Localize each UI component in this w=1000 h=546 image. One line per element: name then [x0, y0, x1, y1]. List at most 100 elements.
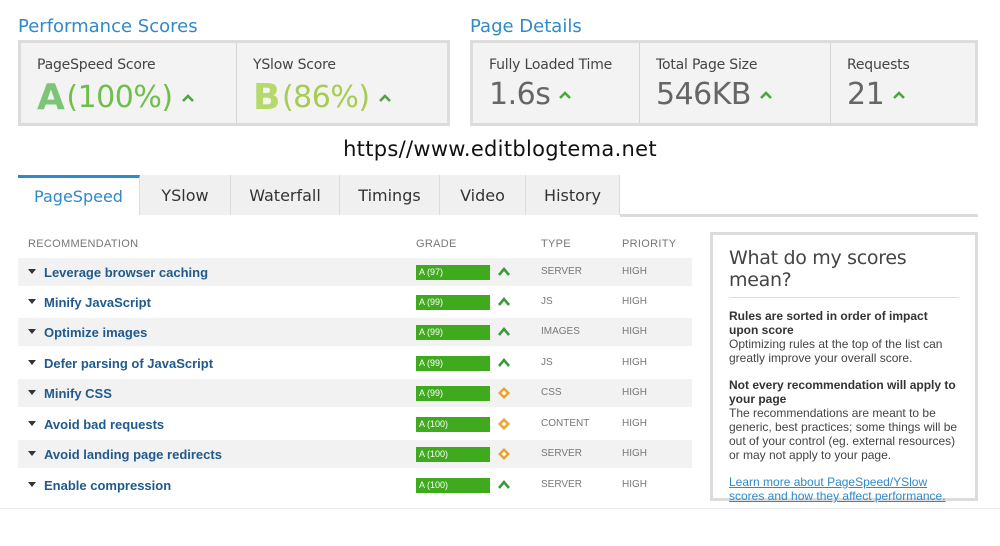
priority-value: HIGH: [622, 326, 647, 337]
type-value: CONTENT: [541, 418, 590, 429]
recommendation-name[interactable]: Optimize images: [44, 325, 147, 340]
grade-bar: A (100): [416, 417, 490, 432]
type-value: JS: [541, 357, 553, 368]
info-title: What do my scores mean?: [729, 247, 959, 298]
grade-bar: A (99): [416, 356, 490, 371]
table-row[interactable]: Leverage browser caching A (97) SERVER H…: [18, 258, 692, 286]
page-details-title: Page Details: [470, 16, 582, 37]
recommendation-name[interactable]: Leverage browser caching: [44, 265, 208, 280]
type-value: IMAGES: [541, 326, 580, 337]
trend-up-icon: [498, 266, 510, 276]
recommendation-name[interactable]: Enable compression: [44, 478, 171, 493]
learn-more-link[interactable]: Learn more about PageSpeed/YSlow scores …: [729, 475, 959, 503]
page-size-value: 546KB: [656, 77, 752, 112]
expand-caret-icon[interactable]: [28, 299, 36, 304]
table-row[interactable]: Minify JavaScript A (99) JS HIGH: [18, 288, 692, 316]
priority-value: HIGH: [622, 448, 647, 459]
table-row[interactable]: Defer parsing of JavaScript A (99) JS HI…: [18, 349, 692, 377]
page-size-cell: Total Page Size 546KB: [640, 43, 831, 123]
priority-value: HIGH: [622, 296, 647, 307]
pagespeed-score-label: PageSpeed Score: [37, 57, 156, 73]
priority-value: HIGH: [622, 479, 647, 490]
recommendation-name[interactable]: Avoid landing page redirects: [44, 447, 222, 462]
expand-caret-icon[interactable]: [28, 482, 36, 487]
load-time-cell: Fully Loaded Time 1.6s: [473, 43, 640, 123]
tab-history[interactable]: History: [526, 175, 620, 215]
tab-yslow[interactable]: YSlow: [140, 175, 231, 215]
priority-value: HIGH: [622, 387, 647, 398]
header-priority[interactable]: PRIORITY: [622, 238, 676, 250]
tab-waterfall[interactable]: Waterfall: [231, 175, 340, 215]
pagespeed-percent: (100%): [66, 80, 173, 115]
priority-value: HIGH: [622, 266, 647, 277]
recommendation-name[interactable]: Minify JavaScript: [44, 295, 151, 310]
performance-scores-panel: PageSpeed Score A (100%) YSlow Score B (…: [18, 40, 450, 126]
grade-bar: A (99): [416, 386, 490, 401]
info-heading-1: Rules are sorted in order of impact upon…: [729, 309, 928, 337]
expand-caret-icon[interactable]: [28, 451, 36, 456]
trend-neutral-icon: [498, 387, 510, 399]
type-value: JS: [541, 296, 553, 307]
performance-scores-title: Performance Scores: [18, 16, 198, 37]
table-row[interactable]: Avoid bad requests A (100) CONTENT HIGH: [18, 410, 692, 438]
table-row[interactable]: Optimize images A (99) IMAGES HIGH: [18, 318, 692, 346]
priority-value: HIGH: [622, 418, 647, 429]
type-value: SERVER: [541, 266, 582, 277]
pagespeed-score-cell: PageSpeed Score A (100%): [21, 43, 237, 123]
load-time-label: Fully Loaded Time: [489, 57, 613, 73]
table-row[interactable]: Enable compression A (100) SERVER HIGH: [18, 471, 692, 499]
info-text-2: The recommendations are meant to be gene…: [729, 406, 958, 462]
requests-label: Requests: [847, 57, 910, 73]
header-grade[interactable]: GRADE: [416, 238, 457, 250]
up-arrow-icon: [181, 93, 194, 102]
header-type[interactable]: TYPE: [541, 238, 571, 250]
pagespeed-grade: A: [37, 77, 65, 118]
type-value: SERVER: [541, 479, 582, 490]
header-recommendation[interactable]: RECOMMENDATION: [28, 238, 138, 250]
yslow-score-label: YSlow Score: [253, 57, 336, 73]
yslow-score-value-row: B (86%): [253, 77, 447, 118]
grade-bar: A (99): [416, 325, 490, 340]
trend-up-icon: [498, 357, 510, 367]
expand-caret-icon[interactable]: [28, 360, 36, 365]
load-time-value-row: 1.6s: [489, 77, 639, 112]
trend-up-icon: [498, 296, 510, 306]
type-value: SERVER: [541, 448, 582, 459]
expand-caret-icon[interactable]: [28, 390, 36, 395]
watermark-url: https//www.editblogtema.net: [343, 137, 657, 161]
up-arrow-icon: [559, 90, 572, 99]
up-arrow-icon: [760, 90, 772, 99]
info-text-1: Optimizing rules at the top of the list …: [729, 337, 943, 365]
tabs-divider: [620, 214, 978, 217]
tab-video[interactable]: Video: [440, 175, 526, 215]
page-details-panel: Fully Loaded Time 1.6s Total Page Size 5…: [470, 40, 978, 126]
grade-bar: A (97): [416, 265, 490, 280]
recommendation-name[interactable]: Defer parsing of JavaScript: [44, 356, 213, 371]
expand-caret-icon[interactable]: [28, 269, 36, 274]
requests-cell: Requests 21: [831, 43, 975, 123]
grade-bar: A (100): [416, 447, 490, 462]
table-row[interactable]: Minify CSS A (99) CSS HIGH: [18, 379, 692, 407]
info-heading-2: Not every recommendation will apply to y…: [729, 378, 956, 406]
pagespeed-score-value-row: A (100%): [37, 77, 236, 118]
yslow-percent: (86%): [281, 80, 370, 115]
tab-timings[interactable]: Timings: [340, 175, 440, 215]
type-value: CSS: [541, 387, 562, 398]
up-arrow-icon: [378, 93, 391, 102]
expand-caret-icon[interactable]: [28, 329, 36, 334]
load-time-value: 1.6s: [489, 77, 551, 112]
trend-up-icon: [498, 326, 510, 336]
grade-bar: A (100): [416, 478, 490, 493]
recommendation-name[interactable]: Avoid bad requests: [44, 417, 164, 432]
trend-neutral-icon: [498, 418, 510, 430]
bottom-divider: [0, 508, 1000, 509]
table-row[interactable]: Avoid landing page redirects A (100) SER…: [18, 440, 692, 468]
report-tabs: PageSpeed YSlow Waterfall Timings Video …: [18, 175, 620, 215]
recommendation-name[interactable]: Minify CSS: [44, 386, 112, 401]
priority-value: HIGH: [622, 357, 647, 368]
expand-caret-icon[interactable]: [28, 421, 36, 426]
requests-value-row: 21: [847, 77, 975, 112]
tab-pagespeed[interactable]: PageSpeed: [18, 175, 140, 215]
yslow-score-cell: YSlow Score B (86%): [237, 43, 447, 123]
trend-up-icon: [498, 479, 510, 489]
